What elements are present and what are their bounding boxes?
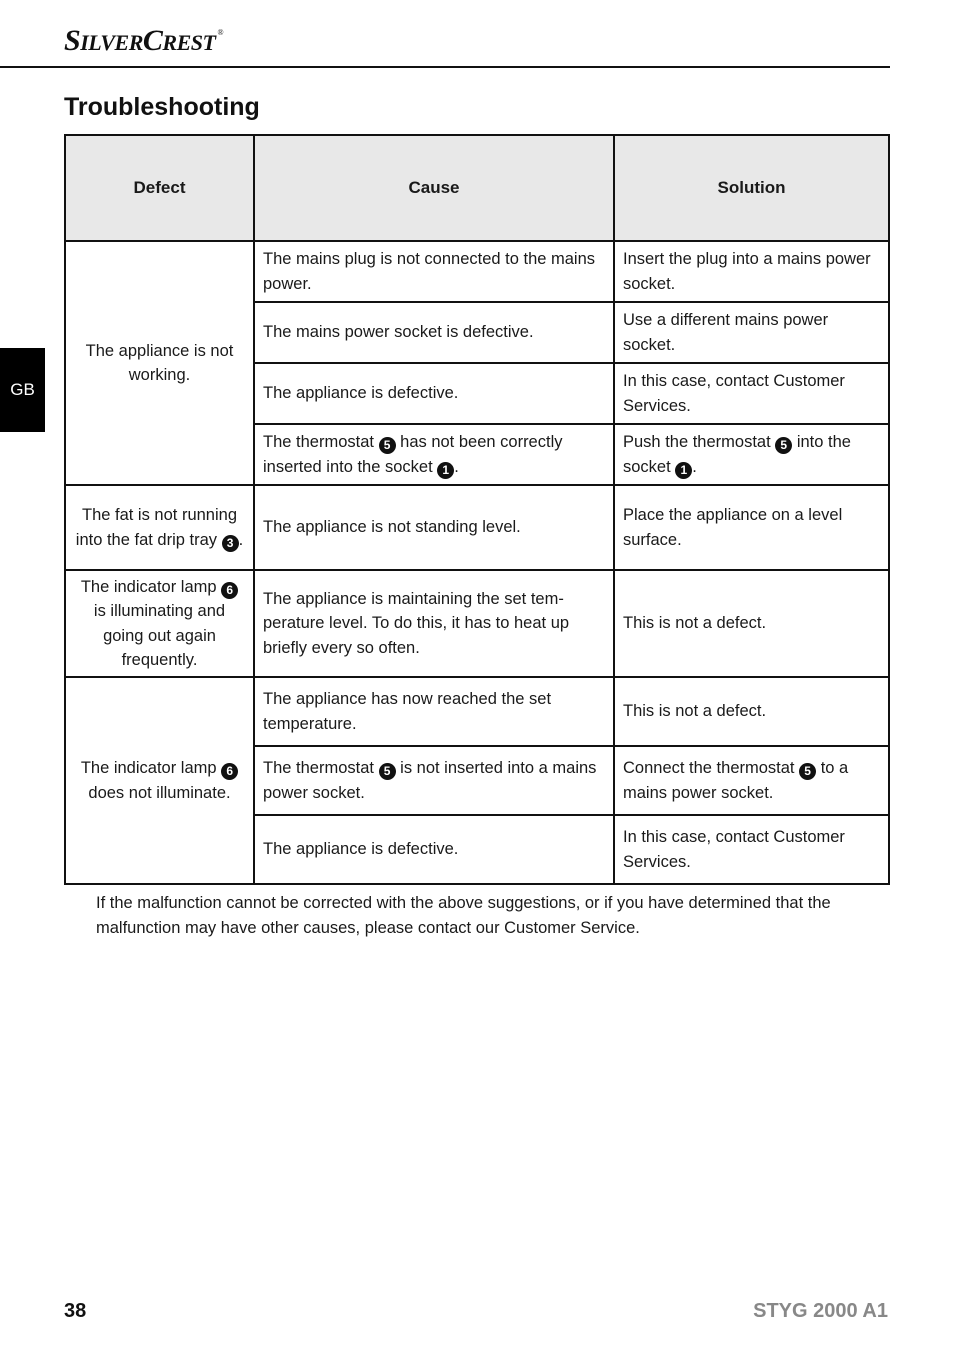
troubleshooting-table: Defect Cause Solution The appliance is n…	[64, 134, 890, 885]
part-number-5-icon: 5	[378, 437, 396, 454]
cause-cell: The appliance is defective.	[253, 814, 615, 885]
defect-cell: The indicator lamp 6 does not illuminate…	[64, 676, 255, 885]
cause-cell: The appliance is defective.	[253, 362, 615, 425]
table-row: The fat is not running into the fat drip…	[64, 484, 890, 571]
page-number: 38	[64, 1300, 87, 1322]
cause-cell: The appliance is not standing level.	[253, 484, 615, 571]
header-defect: Defect	[64, 134, 255, 242]
solution-cell: Insert the plug into a mains power socke…	[613, 240, 890, 303]
cause-cell: The thermostat 5 has not been correctly …	[253, 423, 615, 486]
solution-cell: In this case, contact Customer Services.	[613, 362, 890, 425]
defect-cell: The fat is not running into the fat drip…	[64, 484, 255, 571]
solution-cell: Use a different mains power socket.	[613, 301, 890, 364]
cause-cell: The appliance is maintaining the set tem…	[253, 569, 615, 678]
defect-cell: The indicator lamp 6 is illuminat­ing an…	[64, 569, 255, 678]
cause-cell: The mains power socket is defective.	[253, 301, 615, 364]
language-tab: GB	[0, 348, 45, 432]
table-row: The indicator lamp 6 does not illuminate…	[64, 676, 890, 885]
solution-cell: Connect the thermostat 5 to a mains powe…	[613, 745, 890, 816]
cause-cell: The appliance has now reached the set te…	[253, 676, 615, 747]
table-header-row: Defect Cause Solution	[64, 134, 890, 242]
silvercrest-logo: SILVERCREST ®	[64, 24, 224, 57]
table-row: The appliance is not working. The mains …	[64, 240, 890, 486]
part-number-5-icon: 5	[378, 763, 396, 780]
solution-cell: In this case, contact Customer Services.	[613, 814, 890, 885]
malfunction-note: If the malfunction cannot be corrected w…	[96, 894, 831, 937]
cause-cell: The mains plug is not connected to the m…	[253, 240, 615, 303]
part-number-1-icon: 1	[675, 461, 693, 479]
part-number-5-icon: 5	[799, 763, 817, 780]
solution-cell: Push the thermostat 5 into the socket 1.	[613, 423, 890, 486]
header-rule	[0, 66, 890, 68]
part-number-3-icon: 3	[221, 534, 239, 552]
table-row: The indicator lamp 6 is illuminat­ing an…	[64, 569, 890, 678]
cause-cell: The thermostat 5 is not inserted into a …	[253, 745, 615, 816]
header-cause: Cause	[253, 134, 615, 242]
header-solution: Solution	[613, 134, 890, 242]
page-title: Troubleshooting	[64, 93, 260, 121]
part-number-1-icon: 1	[437, 461, 455, 479]
solution-cell: This is not a defect.	[613, 676, 890, 747]
defect-cell: The appliance is not working.	[64, 240, 255, 486]
model-number: STYG 2000 A1	[753, 1300, 888, 1322]
part-number-5-icon: 5	[775, 437, 793, 454]
part-number-6-icon: 6	[221, 581, 239, 599]
part-number-6-icon: 6	[221, 763, 239, 780]
solution-cell: This is not a defect.	[613, 569, 890, 678]
solution-cell: Place the appliance on a level surface.	[613, 484, 890, 571]
